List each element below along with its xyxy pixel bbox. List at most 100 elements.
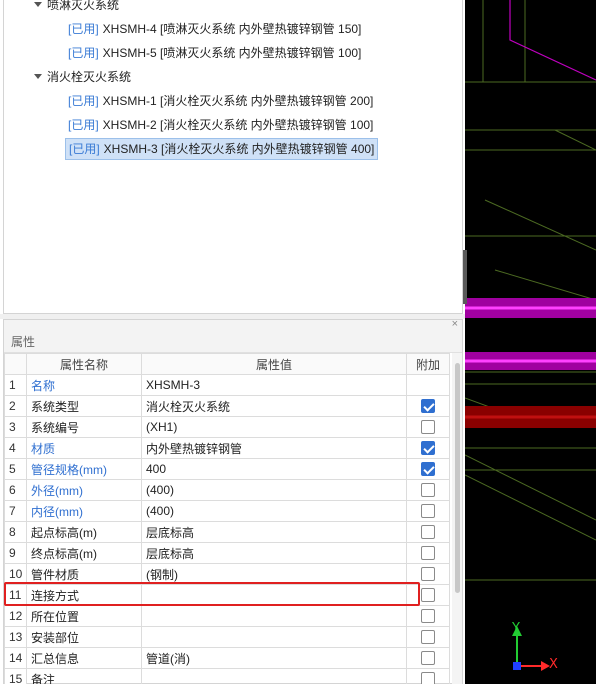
property-value[interactable]: (400) (141, 479, 407, 501)
tree-group-hydrant[interactable]: 消火栓灭火系统 (34, 66, 131, 88)
cad-drawing (465, 0, 596, 671)
cad-line (465, 454, 596, 521)
property-value[interactable]: 层底标高 (141, 521, 407, 543)
property-name: 外径(mm) (26, 479, 142, 501)
checkbox-checked[interactable] (421, 399, 435, 414)
row-index: 14 (4, 647, 27, 669)
used-tag: [已用] (68, 118, 99, 132)
column-header-value: 属性值 (141, 353, 407, 375)
property-value[interactable]: (XH1) (141, 416, 407, 438)
property-value[interactable]: 消火栓灭火系统 (141, 395, 407, 417)
row-index: 15 (4, 668, 27, 684)
checkbox-unchecked[interactable] (421, 525, 435, 540)
tree-item-xhsmh-1[interactable]: [已用] XHSMH-1 [消火栓灭火系统 内外壁热镀锌钢管 200] (65, 90, 376, 112)
property-value[interactable]: XHSMH-3 (141, 374, 407, 396)
tree-item-xhsmh-4[interactable]: [已用] XHSMH-4 [喷淋灭火系统 内外壁热镀锌钢管 150] (65, 18, 364, 40)
table-header-row: 属性名称 属性值 附加 (4, 353, 450, 375)
checkbox-unchecked[interactable] (421, 651, 435, 666)
checkbox-unchecked[interactable] (421, 420, 435, 435)
row-index: 5 (4, 458, 27, 480)
table-row[interactable]: 7 内径(mm) (400) (4, 500, 450, 522)
table-row[interactable]: 10 管件材质 (钢制) (4, 563, 450, 585)
axis-y-label: Y (512, 621, 520, 636)
checkbox-checked[interactable] (421, 462, 435, 477)
extra-cell (406, 605, 450, 627)
property-name: 系统编号 (26, 416, 142, 438)
row-index: 2 (4, 395, 27, 417)
property-value[interactable]: 400 (141, 458, 407, 480)
extra-cell (406, 374, 450, 396)
close-icon[interactable]: × (452, 318, 458, 330)
table-row[interactable]: 4 材质 内外壁热镀锌钢管 (4, 437, 450, 459)
property-value[interactable]: 层底标高 (141, 542, 407, 564)
row-index: 13 (4, 626, 27, 648)
tree-group-label: 喷淋灭火系统 (47, 0, 120, 12)
splitter-handle[interactable] (463, 250, 467, 304)
tree-item-xhsmh-3[interactable]: [已用] XHSMH-3 [消火栓灭火系统 内外壁热镀锌钢管 400] (65, 138, 379, 160)
property-name: 管径规格(mm) (26, 458, 142, 480)
property-value[interactable]: 管道(消) (141, 647, 407, 669)
table-row[interactable]: 14 汇总信息 管道(消) (4, 647, 450, 669)
table-row[interactable]: 1 名称 XHSMH-3 (4, 374, 450, 396)
row-index: 8 (4, 521, 27, 543)
row-index: 4 (4, 437, 27, 459)
row-index: 3 (4, 416, 27, 438)
tree-item-xhsmh-2[interactable]: [已用] XHSMH-2 [消火栓灭火系统 内外壁热镀锌钢管 100] (65, 114, 376, 136)
properties-panel: × 属性 属性名称 属性值 附加 1 名称 XHSMH-3 2 系统类型 消火栓灭火系统 3… (3, 318, 463, 684)
used-tag: [已用] (69, 142, 100, 156)
extra-cell (406, 647, 450, 669)
row-index: 1 (4, 374, 27, 396)
property-value[interactable]: (钢制) (141, 563, 407, 585)
cad-line (484, 199, 596, 251)
table-row[interactable]: 11 连接方式 (4, 584, 450, 606)
checkbox-checked[interactable] (421, 441, 435, 456)
table-row[interactable]: 12 所在位置 (4, 605, 450, 627)
table-row[interactable]: 13 安装部位 (4, 626, 450, 648)
cad-viewport[interactable] (465, 0, 596, 684)
extra-cell (406, 500, 450, 522)
property-name: 连接方式 (26, 584, 142, 606)
column-header-extra: 附加 (406, 353, 450, 375)
extra-cell (406, 542, 450, 564)
checkbox-unchecked[interactable] (421, 630, 435, 645)
column-header-name: 属性名称 (26, 353, 142, 375)
checkbox-unchecked[interactable] (421, 588, 435, 603)
property-value[interactable] (141, 584, 407, 606)
cad-line (494, 269, 596, 301)
table-row[interactable]: 5 管径规格(mm) 400 (4, 458, 450, 480)
checkbox-unchecked[interactable] (421, 546, 435, 561)
properties-toolbar: × (4, 318, 462, 332)
extra-cell (406, 395, 450, 417)
extra-cell (406, 626, 450, 648)
checkbox-unchecked[interactable] (421, 483, 435, 498)
table-row[interactable]: 2 系统类型 消火栓灭火系统 (4, 395, 450, 417)
property-value[interactable]: (400) (141, 500, 407, 522)
property-value[interactable] (141, 668, 407, 684)
expand-caret-icon[interactable] (34, 2, 42, 8)
tree-group-sprinkler[interactable]: 喷淋灭火系统 (34, 0, 119, 16)
used-tag: [已用] (68, 94, 99, 108)
table-row[interactable]: 8 起点标高(m) 层底标高 (4, 521, 450, 543)
table-row[interactable]: 3 系统编号 (XH1) (4, 416, 450, 438)
column-header-index (4, 353, 27, 375)
property-value[interactable]: 内外壁热镀锌钢管 (141, 437, 407, 459)
property-value[interactable] (141, 626, 407, 648)
scrollbar-thumb[interactable] (455, 363, 460, 593)
checkbox-unchecked[interactable] (421, 504, 435, 519)
table-row[interactable]: 15 备注 (4, 668, 450, 684)
property-name: 起点标高(m) (26, 521, 142, 543)
table-row[interactable]: 6 外径(mm) (400) (4, 479, 450, 501)
tree-item-xhsmh-5[interactable]: [已用] XHSMH-5 [喷淋灭火系统 内外壁热镀锌钢管 100] (65, 42, 364, 64)
checkbox-unchecked[interactable] (421, 672, 435, 684)
tree-item-label: XHSMH-5 [喷淋灭火系统 内外壁热镀锌钢管 100] (102, 46, 362, 60)
used-tag: [已用] (68, 22, 99, 36)
expand-caret-icon[interactable] (34, 74, 42, 80)
property-value[interactable] (141, 605, 407, 627)
table-row[interactable]: 9 终点标高(m) 层底标高 (4, 542, 450, 564)
property-name: 内径(mm) (26, 500, 142, 522)
property-name: 汇总信息 (26, 647, 142, 669)
property-name: 名称 (26, 374, 142, 396)
checkbox-unchecked[interactable] (421, 567, 435, 582)
properties-scrollbar[interactable] (452, 353, 462, 684)
checkbox-unchecked[interactable] (421, 609, 435, 624)
